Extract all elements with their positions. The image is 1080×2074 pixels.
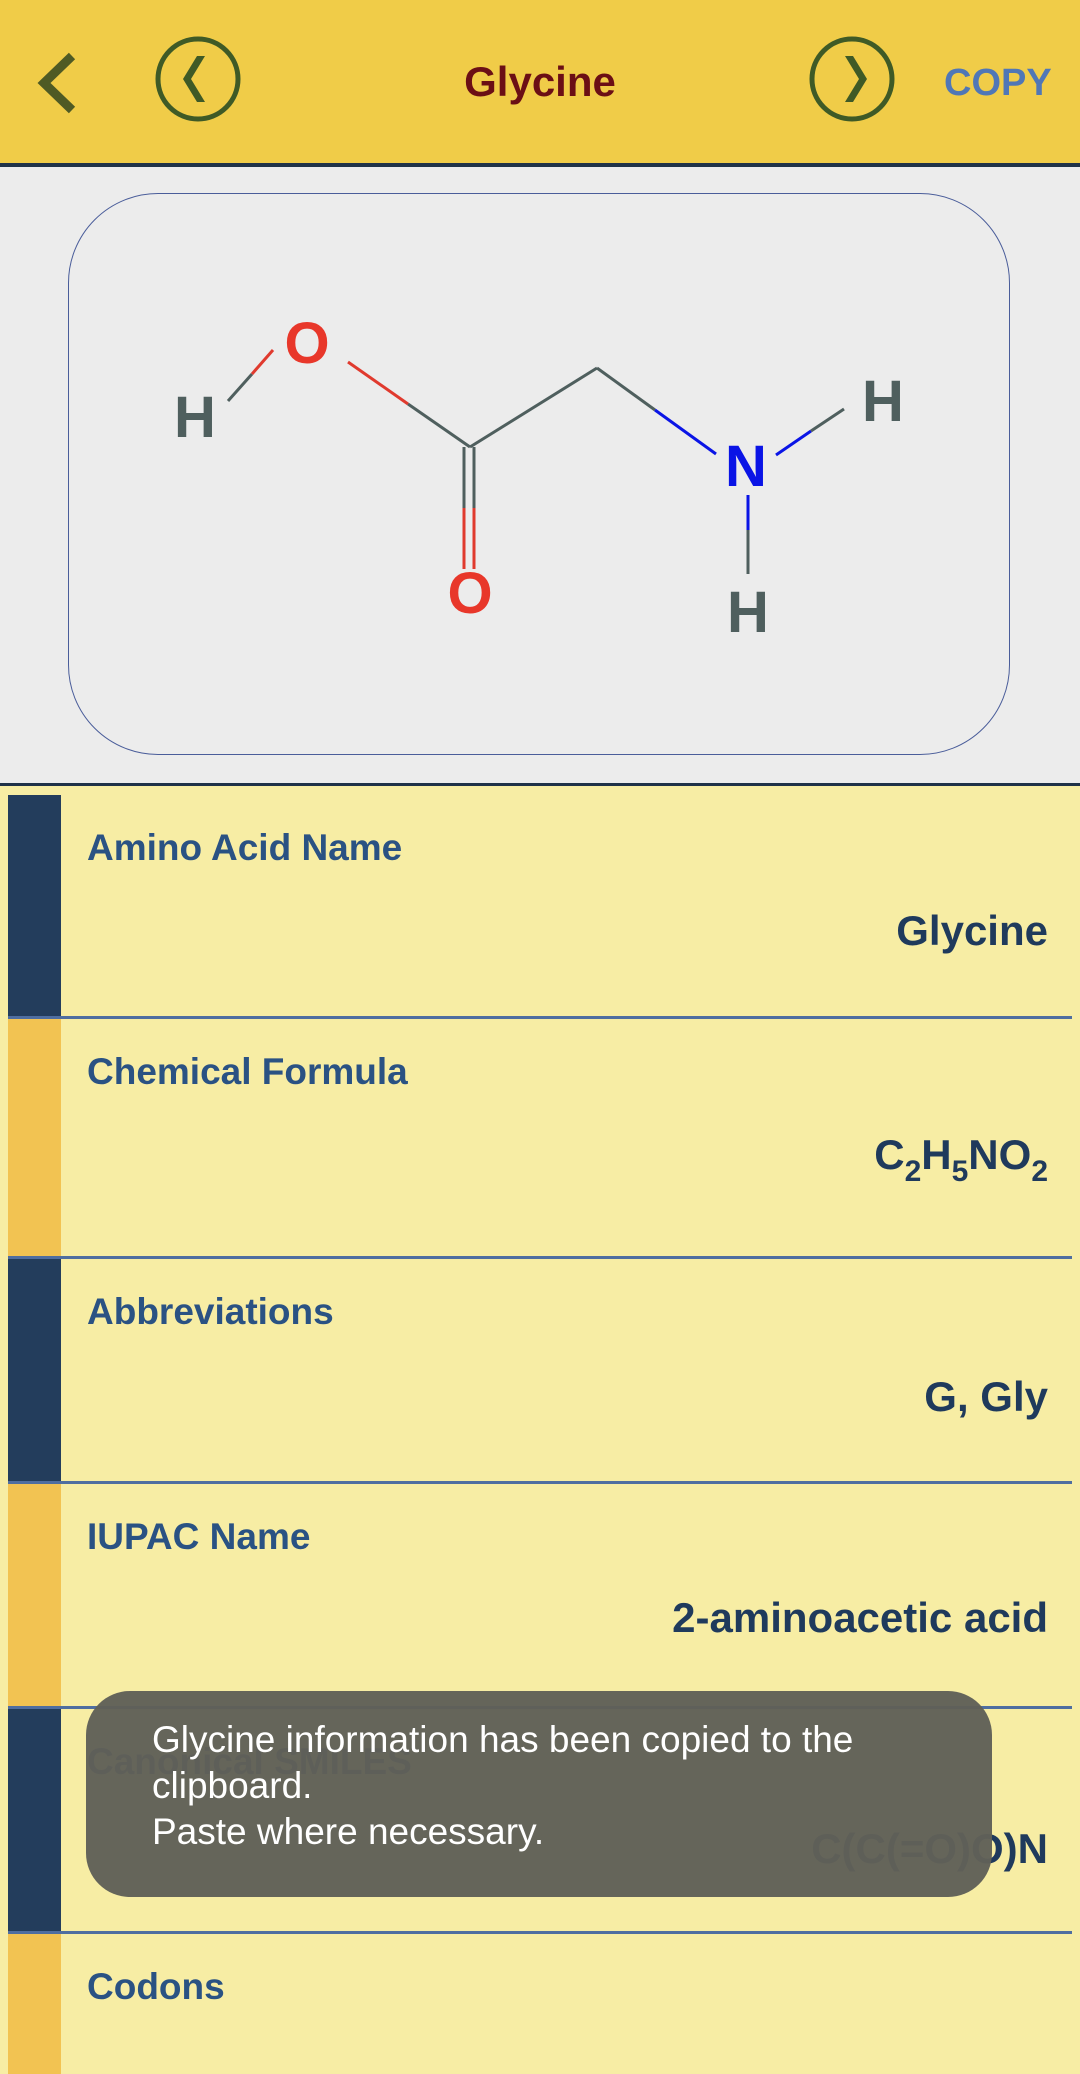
row-accent-strip	[8, 1709, 61, 1931]
copied-toast: Glycine information has been copied to t…	[86, 1691, 992, 1897]
circle-chevron-right-icon[interactable]	[809, 36, 895, 122]
toast-hint: Paste where necessary.	[152, 1811, 545, 1852]
row-codons[interactable]: Codons	[8, 1934, 1072, 2074]
row-value: C2H5NO2	[874, 1131, 1048, 1188]
row-iupac-name[interactable]: IUPAC Name 2-aminoacetic acid	[8, 1484, 1072, 1709]
row-label: IUPAC Name	[87, 1516, 311, 1557]
row-label: Amino Acid Name	[87, 827, 403, 868]
row-label: Abbreviations	[87, 1291, 334, 1332]
row-label: Codons	[87, 1966, 225, 2007]
atom-o-hydroxyl: O	[284, 311, 329, 376]
row-value: G, Gly	[924, 1373, 1048, 1420]
row-accent-strip	[8, 1019, 61, 1256]
atom-h-amine-bottom: H	[727, 580, 769, 645]
copy-button[interactable]: COPY	[944, 62, 1052, 105]
page-title: Glycine	[464, 58, 616, 105]
bond-h-o	[226, 373, 254, 402]
bond-n-h1	[775, 429, 812, 457]
structure-panel: H O O N H H	[0, 167, 1080, 786]
bond-c-c	[469, 366, 598, 449]
row-accent-strip	[8, 795, 61, 1016]
atom-o-carbonyl: O	[447, 561, 492, 626]
atom-n: N	[725, 434, 767, 499]
top-app-bar: Glycine COPY	[0, 0, 1080, 167]
row-label: Chemical Formula	[87, 1051, 408, 1092]
row-value: 2-aminoacetic acid	[672, 1594, 1048, 1641]
row-chemical-formula[interactable]: Chemical Formula C2H5NO2	[8, 1019, 1072, 1259]
row-amino-acid-name[interactable]: Amino Acid Name Glycine	[8, 795, 1072, 1019]
row-accent-strip	[8, 1934, 61, 2074]
row-value: Glycine	[896, 907, 1048, 954]
row-accent-strip	[8, 1259, 61, 1481]
bond-c-n	[596, 366, 656, 412]
molecule-structure: H O O N H H	[174, 311, 904, 645]
row-accent-strip	[8, 1484, 61, 1706]
toast-message: Glycine information has been copied to t…	[152, 1719, 854, 1806]
row-abbreviations[interactable]: Abbreviations G, Gly	[8, 1259, 1072, 1484]
atom-h-hydroxyl: H	[174, 385, 216, 450]
atom-h-amine-right: H	[862, 369, 904, 434]
bond-o-c	[347, 360, 409, 406]
